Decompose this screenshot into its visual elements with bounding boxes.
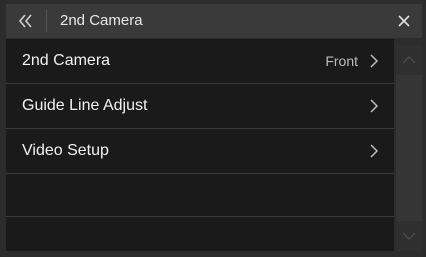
row-divider <box>6 173 394 174</box>
list-item-2nd-camera[interactable]: 2nd Camera Front <box>6 39 394 83</box>
list-item-label: Video Setup <box>22 142 109 159</box>
chevron-right-icon <box>370 99 379 113</box>
list-item-label: 2nd Camera <box>22 52 111 69</box>
settings-list: 2nd Camera Front Guide Line Adjust Video… <box>6 39 394 251</box>
scroll-track[interactable] <box>396 75 422 221</box>
list-item-label: Guide Line Adjust <box>22 97 148 114</box>
back-button[interactable] <box>6 4 46 38</box>
close-icon <box>398 15 410 27</box>
page-title: 2nd Camera <box>60 12 143 29</box>
close-button[interactable] <box>386 4 422 38</box>
header-divider <box>46 10 47 32</box>
scrollbar[interactable] <box>396 45 422 251</box>
chevron-up-icon <box>402 56 416 64</box>
settings-screen: 2nd Camera 2nd Camera Front Guide Line A… <box>0 0 426 257</box>
chevron-right-icon <box>370 54 379 68</box>
list-item-value: Front <box>325 53 358 69</box>
double-chevron-left-icon <box>18 14 32 28</box>
chevron-right-icon <box>370 144 379 158</box>
chevron-down-icon <box>402 232 416 240</box>
scroll-down-button[interactable] <box>396 223 422 249</box>
list-item-guide-line-adjust[interactable]: Guide Line Adjust <box>6 84 394 128</box>
row-divider <box>6 216 394 217</box>
header-bar: 2nd Camera <box>6 4 422 38</box>
list-item-video-setup[interactable]: Video Setup <box>6 129 394 173</box>
scroll-up-button[interactable] <box>396 47 422 73</box>
